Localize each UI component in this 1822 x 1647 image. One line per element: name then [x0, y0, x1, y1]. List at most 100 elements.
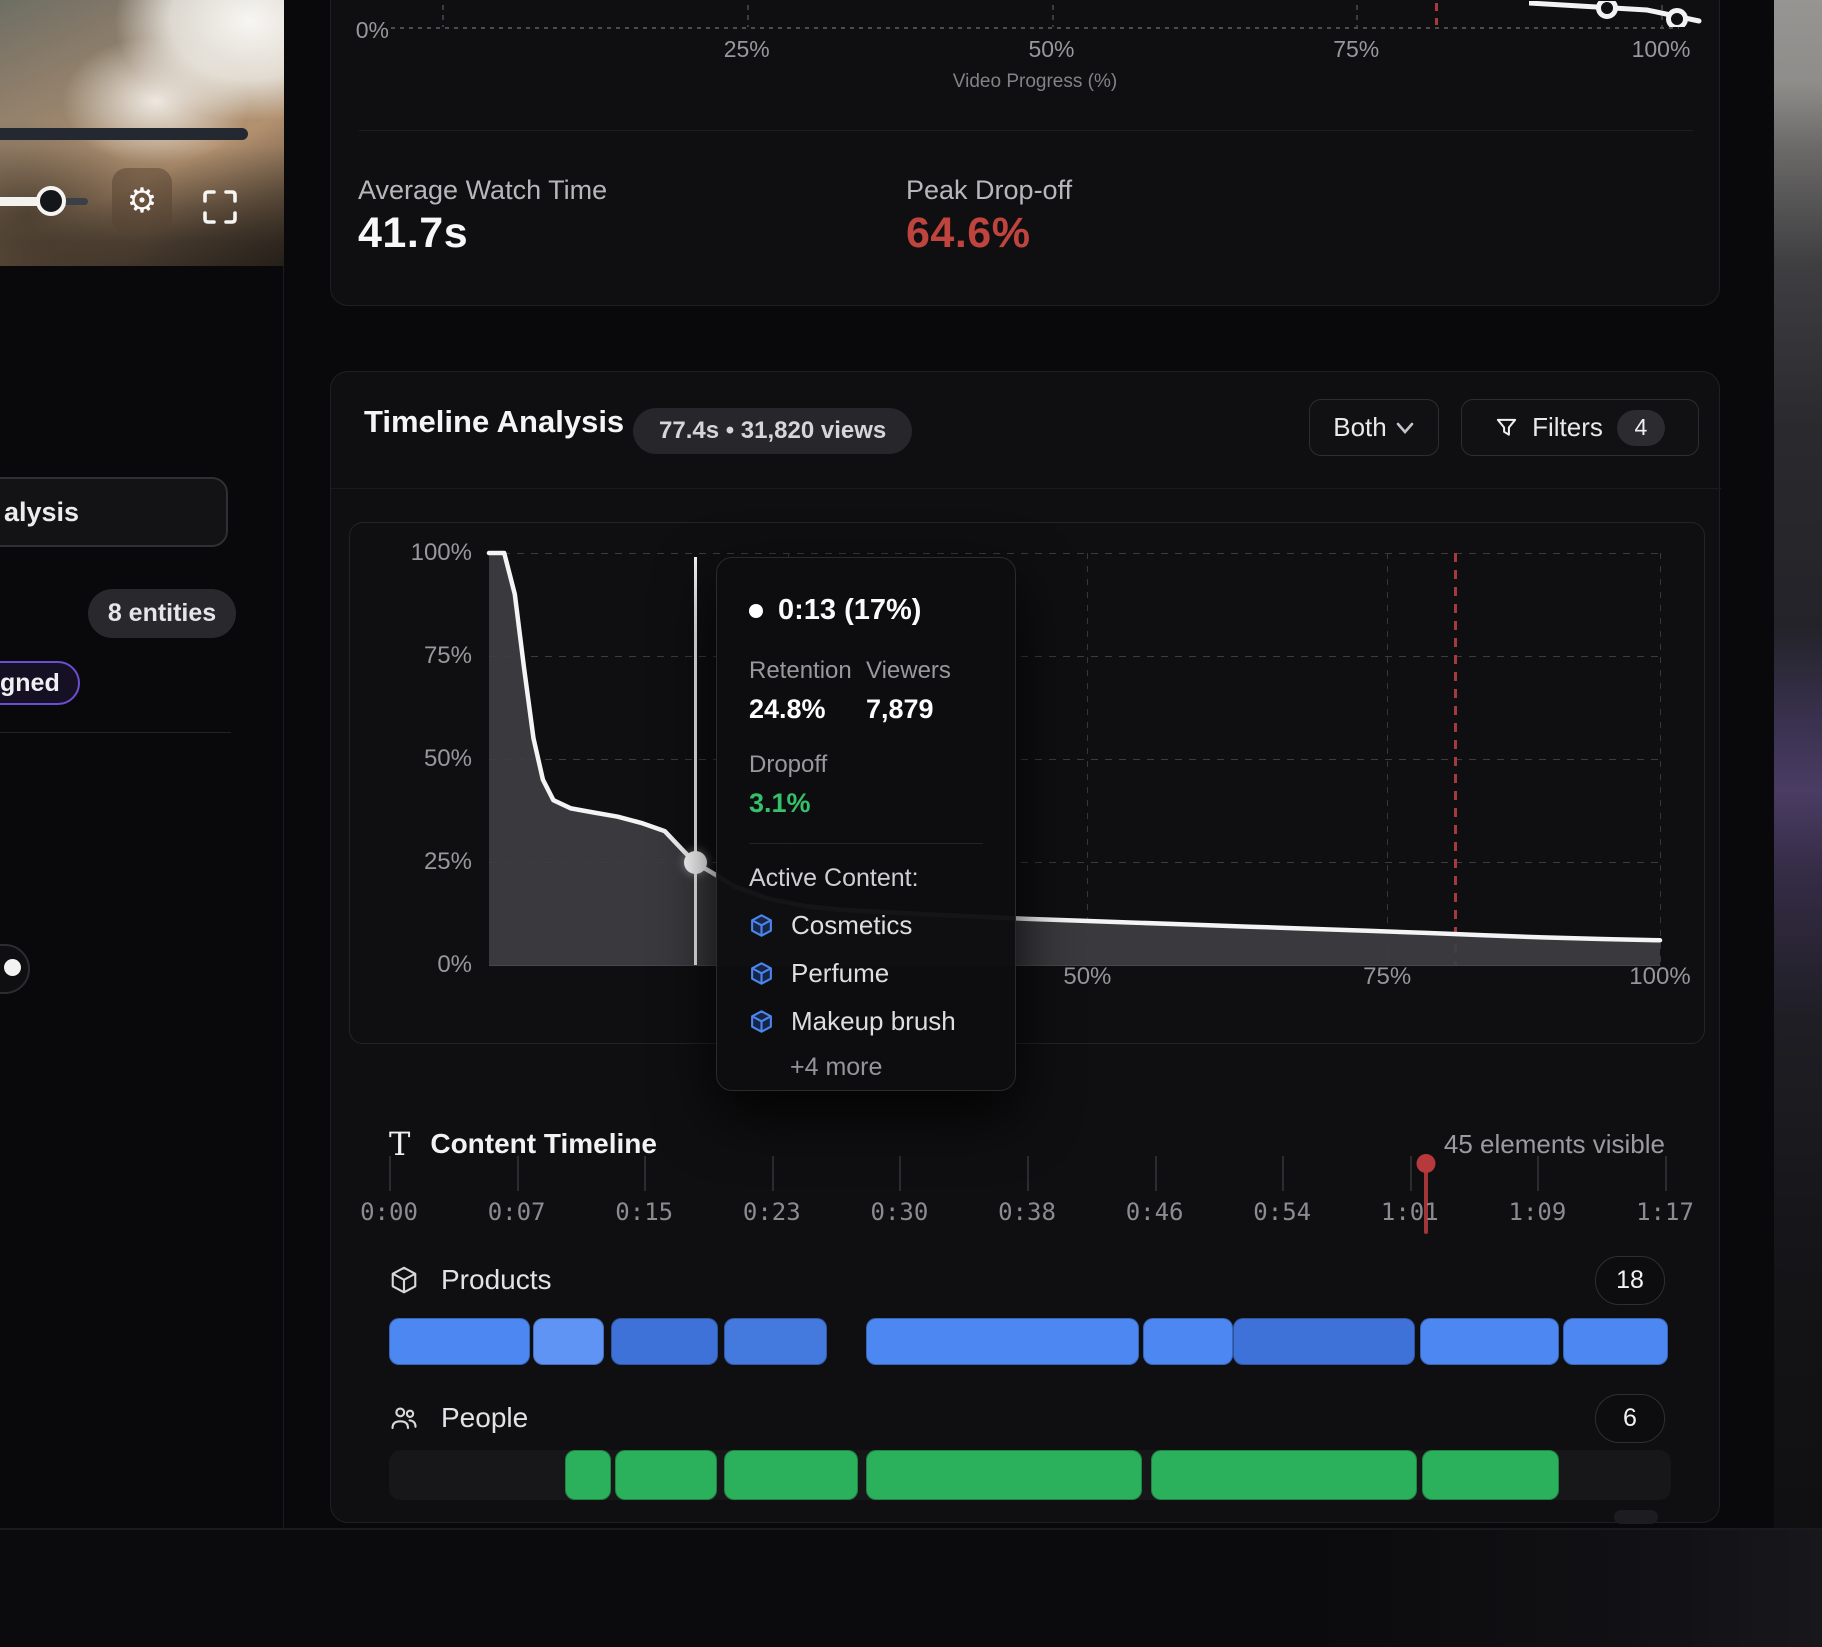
- viewers-value: 7,879: [866, 694, 983, 725]
- active-content-item-label: Makeup brush: [791, 1006, 956, 1037]
- retention-value: 24.8%: [749, 694, 866, 725]
- avg-watch-time-value: 41.7s: [358, 209, 468, 258]
- scroll-hint-pill: [1614, 1510, 1658, 1524]
- video-progress-bar[interactable]: [0, 128, 248, 140]
- hover-scrub-line: [694, 557, 697, 965]
- filters-button[interactable]: Filters 4: [1461, 399, 1699, 456]
- video-player[interactable]: ⚙: [0, 0, 284, 266]
- ruler-tick: [1410, 1156, 1412, 1191]
- active-content-item-label: Cosmetics: [791, 910, 912, 941]
- cube-icon: [749, 913, 774, 938]
- dropoff-value: 3.1%: [749, 788, 866, 819]
- timeline-segment[interactable]: [724, 1450, 859, 1500]
- timeline-segment[interactable]: [1151, 1450, 1418, 1500]
- ruler-tick: [1665, 1156, 1667, 1191]
- playhead-handle[interactable]: [1417, 1154, 1436, 1173]
- viewers-label: Viewers: [866, 657, 983, 685]
- timeline-segment[interactable]: [1563, 1318, 1668, 1365]
- settings-button[interactable]: ⚙: [112, 168, 172, 233]
- sidebar-analysis-button[interactable]: alysis: [0, 477, 228, 547]
- active-content-item[interactable]: Cosmetics: [749, 910, 983, 941]
- active-content-list: Cosmetics Perfume Makeup brush: [749, 910, 983, 1037]
- ruler-time-label: 0:38: [998, 1198, 1056, 1226]
- people-track[interactable]: [389, 1450, 1671, 1500]
- toggle-knob: [4, 959, 21, 976]
- ruler-tick: [1155, 1156, 1157, 1191]
- timeline-segment[interactable]: [533, 1318, 605, 1365]
- overview-tick: [1052, 5, 1054, 27]
- peak-dropoff-value: 64.6%: [906, 209, 1030, 258]
- timeline-segment[interactable]: [724, 1318, 828, 1365]
- ruler-time-label: 1:09: [1508, 1198, 1566, 1226]
- chart-tooltip: 0:13 (17%) Retention 24.8% Viewers 7,879…: [716, 557, 1016, 1091]
- overview-y-zero-label: 0%: [341, 17, 389, 44]
- cube-icon: [749, 961, 774, 986]
- time-ruler[interactable]: 0:000:070:150:230:300:380:460:541:011:09…: [389, 1154, 1665, 1240]
- avg-watch-time-label: Average Watch Time: [358, 175, 607, 206]
- overview-divider: [359, 130, 1693, 131]
- retention-y-tick-label: 100%: [368, 539, 472, 567]
- timeline-segment[interactable]: [1233, 1318, 1415, 1365]
- active-content-label: Active Content:: [749, 864, 983, 893]
- products-count-badge: 18: [1595, 1256, 1665, 1305]
- chevron-down-icon: [1395, 421, 1415, 435]
- retention-x-tick-label: 100%: [1629, 963, 1690, 991]
- retention-y-tick-label: 75%: [368, 642, 472, 670]
- timeline-segment[interactable]: [611, 1318, 719, 1365]
- gear-icon: ⚙: [127, 181, 157, 221]
- overview-red-marker: [1435, 3, 1438, 25]
- retention-y-tick-label: 0%: [368, 951, 472, 979]
- ruler-time-label: 0:30: [870, 1198, 928, 1226]
- timeline-segment[interactable]: [1143, 1318, 1233, 1365]
- timeline-segment[interactable]: [615, 1450, 718, 1500]
- retention-y-tick-label: 25%: [368, 848, 472, 876]
- volume-slider-knob[interactable]: [36, 186, 66, 216]
- retention-x-tick-label: 50%: [1063, 963, 1111, 991]
- overview-line-fragment: [1529, 1, 1703, 27]
- ruler-tick: [1537, 1156, 1539, 1191]
- sidebar-toggle[interactable]: [0, 944, 30, 994]
- assigned-filter-pill[interactable]: gned: [0, 661, 80, 705]
- overview-axis-title: Video Progress (%): [391, 71, 1679, 93]
- ruler-time-label: 0:23: [743, 1198, 801, 1226]
- products-track[interactable]: [389, 1318, 1671, 1365]
- entities-count-badge: 8 entities: [88, 589, 236, 638]
- both-dropdown[interactable]: Both: [1309, 399, 1439, 456]
- timeline-segment[interactable]: [1422, 1450, 1559, 1500]
- timeline-segment[interactable]: [565, 1450, 611, 1500]
- people-row-header: People 6: [389, 1394, 1665, 1442]
- overview-x-tick-label: 100%: [1632, 36, 1691, 63]
- ruler-time-label: 1:01: [1381, 1198, 1439, 1226]
- people-icon: [389, 1403, 419, 1433]
- timeline-segment[interactable]: [866, 1450, 1142, 1500]
- ruler-time-label: 0:07: [488, 1198, 546, 1226]
- overview-x-axis: [391, 27, 1679, 29]
- fullscreen-button[interactable]: [201, 188, 239, 226]
- retention-plot[interactable]: [489, 553, 1660, 965]
- duration-views-badge: 77.4s • 31,820 views: [633, 408, 912, 454]
- overview-x-tick-label: 50%: [1028, 36, 1074, 63]
- active-content-item[interactable]: Perfume: [749, 958, 983, 989]
- ruler-tick: [517, 1156, 519, 1191]
- overview-x-tick-label: 25%: [724, 36, 770, 63]
- line-marker: [1599, 1, 1616, 17]
- people-count-badge: 6: [1595, 1394, 1665, 1443]
- retention-x-tick-label: 75%: [1363, 963, 1411, 991]
- filters-label: Filters: [1532, 412, 1603, 443]
- analysis-button-label: alysis: [4, 497, 79, 528]
- ruler-time-label: 0:15: [615, 1198, 673, 1226]
- ruler-tick: [1282, 1156, 1284, 1191]
- more-items-label[interactable]: +4 more: [749, 1053, 983, 1082]
- ruler-tick: [899, 1156, 901, 1191]
- timeline-segment[interactable]: [866, 1318, 1139, 1365]
- ruler-tick: [644, 1156, 646, 1191]
- timeline-segment[interactable]: [389, 1318, 530, 1365]
- timeline-segment[interactable]: [1420, 1318, 1560, 1365]
- ruler-time-label: 1:17: [1636, 1198, 1694, 1226]
- timeline-header-divider: [331, 488, 1721, 489]
- line-marker: [1669, 11, 1686, 28]
- peak-dropoff-label: Peak Drop-off: [906, 175, 1072, 206]
- tooltip-divider: [749, 843, 983, 844]
- active-content-item[interactable]: Makeup brush: [749, 1006, 983, 1037]
- ruler-tick: [1027, 1156, 1029, 1191]
